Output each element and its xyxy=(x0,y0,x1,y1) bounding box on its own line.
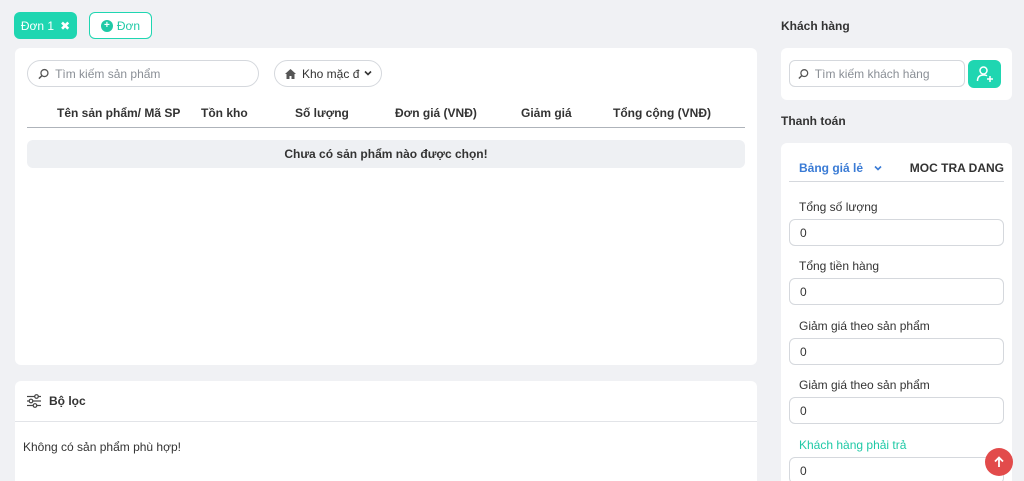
arrow-up-icon xyxy=(994,456,1004,467)
sliders-icon xyxy=(27,394,41,408)
filter-empty-message: Không có sản phẩm phù hợp! xyxy=(23,440,181,454)
total-quantity-field[interactable]: 0 xyxy=(789,219,1004,246)
product-discount-field[interactable]: 0 xyxy=(789,338,1004,365)
filter-panel: Bộ lọc Không có sản phẩm phù hợp! xyxy=(15,381,757,481)
home-icon xyxy=(285,68,296,79)
close-icon[interactable]: ✖ xyxy=(60,19,70,33)
add-customer-button[interactable] xyxy=(968,60,1001,88)
price-list-value: Bảng giá lẻ xyxy=(799,161,864,175)
total-amount-label: Tổng tiền hàng xyxy=(799,259,880,273)
product-search-box[interactable] xyxy=(27,60,259,87)
product-search-input[interactable] xyxy=(55,66,258,81)
plus-circle-icon: + xyxy=(100,19,113,32)
tab-order-1[interactable]: Đơn 1 ✖ xyxy=(14,12,77,39)
add-order-label: Đơn xyxy=(116,18,141,33)
customer-panel xyxy=(781,48,1012,100)
product-discount-label: Giảm giá theo sản phẩm xyxy=(799,319,930,333)
customer-pays-label: Khách hàng phải trả xyxy=(799,438,907,452)
customer-search-input[interactable] xyxy=(814,66,964,81)
customer-section-title: Khách hàng xyxy=(781,19,850,33)
column-header-quantity: Số lượng xyxy=(295,106,349,120)
warehouse-select-value: Kho mặc đ xyxy=(302,66,360,81)
price-list-row: Bảng giá lẻ MOC TRA DANG xyxy=(789,155,1004,182)
warehouse-select[interactable]: Kho mặc đ xyxy=(274,60,382,87)
column-header-total: Tổng cộng (VNĐ) xyxy=(613,106,711,120)
payment-panel: Bảng giá lẻ MOC TRA DANG Tổng số lượng 0… xyxy=(781,143,1012,481)
search-icon xyxy=(798,68,809,79)
add-order-button[interactable]: + Đơn xyxy=(89,12,152,39)
price-list-select[interactable]: Bảng giá lẻ xyxy=(799,161,883,175)
add-user-icon xyxy=(976,66,993,82)
scroll-to-top-button[interactable] xyxy=(985,448,1013,476)
product-discount-label-2: Giảm giá theo sản phẩm xyxy=(799,378,930,392)
products-panel: Kho mặc đ Tên sản phẩm/ Mã SP Tồn kho Số… xyxy=(15,48,757,365)
customer-pays-field[interactable]: 0 xyxy=(789,457,1004,481)
column-header-discount: Giảm giá xyxy=(521,106,572,120)
product-discount-field-2[interactable]: 0 xyxy=(789,397,1004,424)
total-amount-field[interactable]: 0 xyxy=(789,278,1004,305)
empty-products-message: Chưa có sản phẩm nào được chọn! xyxy=(27,140,745,168)
products-table-header: Tên sản phẩm/ Mã SP Tồn kho Số lượng Đơn… xyxy=(27,100,745,128)
chevron-down-icon xyxy=(364,70,372,76)
column-header-name: Tên sản phẩm/ Mã SP xyxy=(57,106,181,120)
tab-order-1-label: Đơn 1 xyxy=(20,18,55,33)
payment-section-title: Thanh toán xyxy=(781,114,846,128)
customer-search-box[interactable] xyxy=(789,60,965,87)
column-header-unit-price: Đơn giá (VNĐ) xyxy=(395,106,477,120)
search-icon xyxy=(38,68,49,79)
chevron-down-icon xyxy=(874,165,882,171)
price-code: MOC TRA DANG xyxy=(909,161,1004,175)
column-header-stock: Tồn kho xyxy=(201,106,248,120)
filter-title: Bộ lọc xyxy=(49,394,86,408)
total-quantity-label: Tổng số lượng xyxy=(799,200,878,214)
filter-header[interactable]: Bộ lọc xyxy=(15,381,757,422)
